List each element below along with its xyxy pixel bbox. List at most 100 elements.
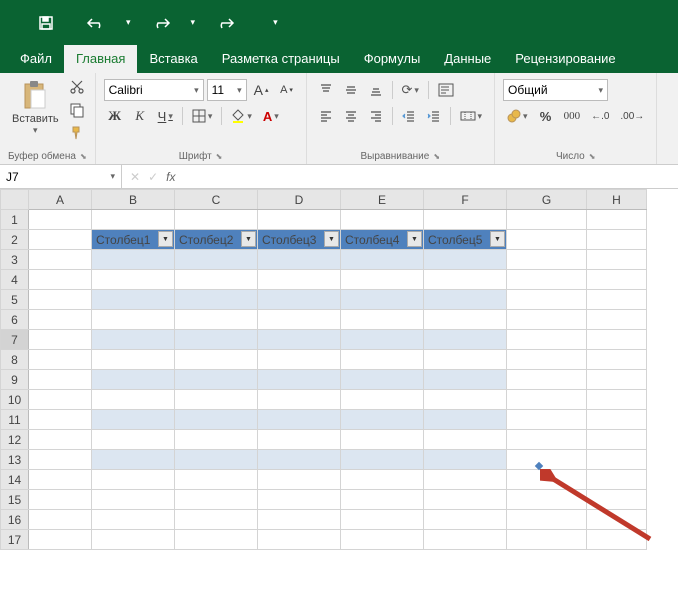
- cell-C6[interactable]: [175, 310, 258, 330]
- cell-B13[interactable]: [92, 450, 175, 470]
- select-all-corner[interactable]: [1, 190, 29, 210]
- cell-C15[interactable]: [175, 490, 258, 510]
- cell-A14[interactable]: [29, 470, 92, 490]
- cell-H4[interactable]: [587, 270, 647, 290]
- cell-E13[interactable]: [341, 450, 424, 470]
- cell-A16[interactable]: [29, 510, 92, 530]
- cell-B9[interactable]: [92, 370, 175, 390]
- cell-C17[interactable]: [175, 530, 258, 550]
- cell-E11[interactable]: [341, 410, 424, 430]
- wrap-text-button[interactable]: [434, 79, 458, 101]
- cell-H9[interactable]: [587, 370, 647, 390]
- row-header-1[interactable]: 1: [1, 210, 29, 230]
- cell-B1[interactable]: [92, 210, 175, 230]
- fx-icon[interactable]: fx: [166, 170, 175, 184]
- font-color-button[interactable]: A▾: [259, 105, 283, 127]
- cancel-formula-icon[interactable]: ✕: [130, 170, 140, 184]
- column-header-B[interactable]: B: [92, 190, 175, 210]
- row-header-17[interactable]: 17: [1, 530, 29, 550]
- font-name-combo[interactable]: Calibri▾: [104, 79, 204, 101]
- shrink-font-button[interactable]: A▾: [276, 79, 298, 101]
- cell-B12[interactable]: [92, 430, 175, 450]
- cell-C11[interactable]: [175, 410, 258, 430]
- undo-more-icon[interactable]: ▾: [118, 13, 139, 32]
- cell-D5[interactable]: [258, 290, 341, 310]
- cell-G12[interactable]: [507, 430, 587, 450]
- cell-E2[interactable]: Столбец4▼: [341, 230, 424, 250]
- column-header-D[interactable]: D: [258, 190, 341, 210]
- decrease-indent-button[interactable]: [398, 105, 420, 127]
- cell-B8[interactable]: [92, 350, 175, 370]
- cell-F6[interactable]: [424, 310, 507, 330]
- cell-H10[interactable]: [587, 390, 647, 410]
- cell-H15[interactable]: [587, 490, 647, 510]
- cell-A13[interactable]: [29, 450, 92, 470]
- cell-F13[interactable]: [424, 450, 507, 470]
- cell-A1[interactable]: [29, 210, 92, 230]
- cell-F8[interactable]: [424, 350, 507, 370]
- cell-F3[interactable]: [424, 250, 507, 270]
- filter-button[interactable]: ▼: [241, 231, 256, 247]
- row-header-4[interactable]: 4: [1, 270, 29, 290]
- font-size-combo[interactable]: 11▾: [207, 79, 247, 101]
- dialog-launcher-icon[interactable]: ⬊: [80, 152, 87, 161]
- cell-H12[interactable]: [587, 430, 647, 450]
- redo-more-icon[interactable]: ▾: [183, 13, 204, 32]
- cell-F16[interactable]: [424, 510, 507, 530]
- redo-icon[interactable]: [143, 12, 179, 34]
- bold-button[interactable]: Ж: [104, 105, 126, 127]
- cell-A3[interactable]: [29, 250, 92, 270]
- cell-G15[interactable]: [507, 490, 587, 510]
- cell-B17[interactable]: [92, 530, 175, 550]
- column-header-H[interactable]: H: [587, 190, 647, 210]
- fill-color-button[interactable]: ▾: [227, 105, 256, 127]
- qat-customize-icon[interactable]: ▾: [265, 13, 286, 32]
- tab-insert[interactable]: Вставка: [137, 45, 209, 73]
- row-header-11[interactable]: 11: [1, 410, 29, 430]
- format-painter-icon[interactable]: [69, 123, 85, 143]
- orientation-button[interactable]: ⟳▾: [398, 79, 423, 101]
- row-header-14[interactable]: 14: [1, 470, 29, 490]
- cell-G4[interactable]: [507, 270, 587, 290]
- cell-E5[interactable]: [341, 290, 424, 310]
- column-header-A[interactable]: A: [29, 190, 92, 210]
- dialog-launcher-icon[interactable]: ⬊: [433, 152, 440, 161]
- row-header-3[interactable]: 3: [1, 250, 29, 270]
- cell-B5[interactable]: [92, 290, 175, 310]
- worksheet-grid[interactable]: ABCDEFGH12Столбец1▼Столбец2▼Столбец3▼Сто…: [0, 189, 678, 550]
- cell-F2[interactable]: Столбец5▼: [424, 230, 507, 250]
- cell-A8[interactable]: [29, 350, 92, 370]
- cell-C3[interactable]: [175, 250, 258, 270]
- tab-formulas[interactable]: Формулы: [352, 45, 433, 73]
- number-format-combo[interactable]: Общий▾: [503, 79, 608, 101]
- cell-G7[interactable]: [507, 330, 587, 350]
- cell-C5[interactable]: [175, 290, 258, 310]
- cell-B15[interactable]: [92, 490, 175, 510]
- cell-C1[interactable]: [175, 210, 258, 230]
- cell-H2[interactable]: [587, 230, 647, 250]
- cell-D7[interactable]: [258, 330, 341, 350]
- cell-C16[interactable]: [175, 510, 258, 530]
- cell-H17[interactable]: [587, 530, 647, 550]
- cell-H3[interactable]: [587, 250, 647, 270]
- cell-B7[interactable]: [92, 330, 175, 350]
- currency-button[interactable]: ▾: [503, 105, 532, 127]
- cell-F12[interactable]: [424, 430, 507, 450]
- cell-A10[interactable]: [29, 390, 92, 410]
- column-header-G[interactable]: G: [507, 190, 587, 210]
- cell-D4[interactable]: [258, 270, 341, 290]
- cell-D16[interactable]: [258, 510, 341, 530]
- cell-H1[interactable]: [587, 210, 647, 230]
- cell-F10[interactable]: [424, 390, 507, 410]
- column-header-E[interactable]: E: [341, 190, 424, 210]
- cell-D1[interactable]: [258, 210, 341, 230]
- cell-F15[interactable]: [424, 490, 507, 510]
- name-box[interactable]: J7▾: [0, 165, 122, 188]
- row-header-8[interactable]: 8: [1, 350, 29, 370]
- italic-button[interactable]: К: [129, 105, 151, 127]
- cell-A15[interactable]: [29, 490, 92, 510]
- align-left-button[interactable]: [315, 105, 337, 127]
- cell-G16[interactable]: [507, 510, 587, 530]
- cell-G17[interactable]: [507, 530, 587, 550]
- tab-page-layout[interactable]: Разметка страницы: [210, 45, 352, 73]
